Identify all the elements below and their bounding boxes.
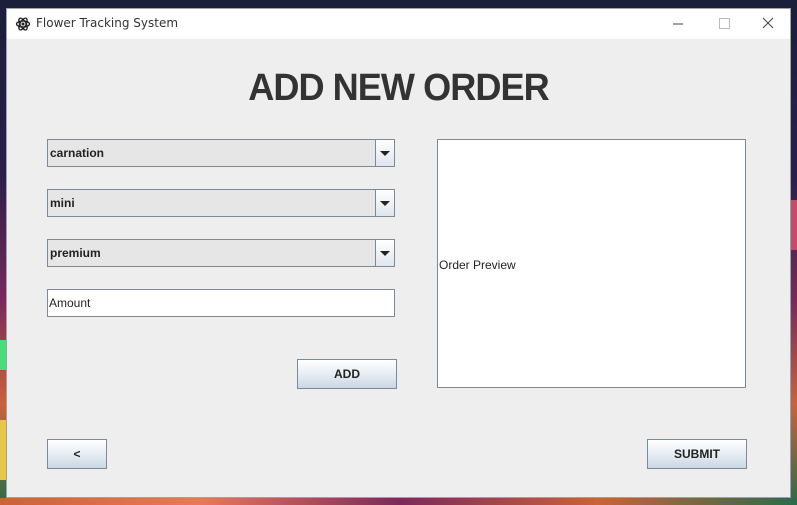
desktop-accent — [791, 200, 797, 250]
order-preview-panel: Order Preview — [437, 139, 746, 388]
chevron-down-icon[interactable] — [375, 190, 394, 216]
app-window: Flower Tracking System ADD NEW ORDER car… — [6, 8, 791, 498]
amount-input[interactable] — [47, 289, 395, 317]
back-button[interactable]: < — [47, 439, 107, 469]
title-bar: Flower Tracking System — [7, 9, 790, 39]
chevron-down-icon[interactable] — [375, 240, 394, 266]
submit-button[interactable]: SUBMIT — [647, 439, 747, 469]
add-button[interactable]: ADD — [297, 359, 397, 389]
flower-type-select[interactable]: carnation — [47, 139, 395, 167]
close-button[interactable] — [747, 9, 793, 39]
chevron-down-icon[interactable] — [375, 140, 394, 166]
size-value: mini — [50, 196, 75, 210]
flower-type-value: carnation — [50, 146, 105, 160]
order-preview-text: Order Preview — [439, 258, 516, 272]
page-title: ADD NEW ORDER — [248, 67, 549, 109]
minimize-button[interactable] — [655, 9, 701, 39]
grade-value: premium — [50, 246, 101, 260]
maximize-button[interactable] — [701, 9, 747, 39]
size-select[interactable]: mini — [47, 189, 395, 217]
close-icon — [762, 17, 774, 29]
minimize-icon — [673, 23, 683, 25]
desktop-accent — [0, 498, 797, 505]
window-title: Flower Tracking System — [36, 16, 179, 30]
grade-select[interactable]: premium — [47, 239, 395, 267]
app-icon — [15, 17, 31, 31]
maximize-icon — [719, 18, 730, 29]
